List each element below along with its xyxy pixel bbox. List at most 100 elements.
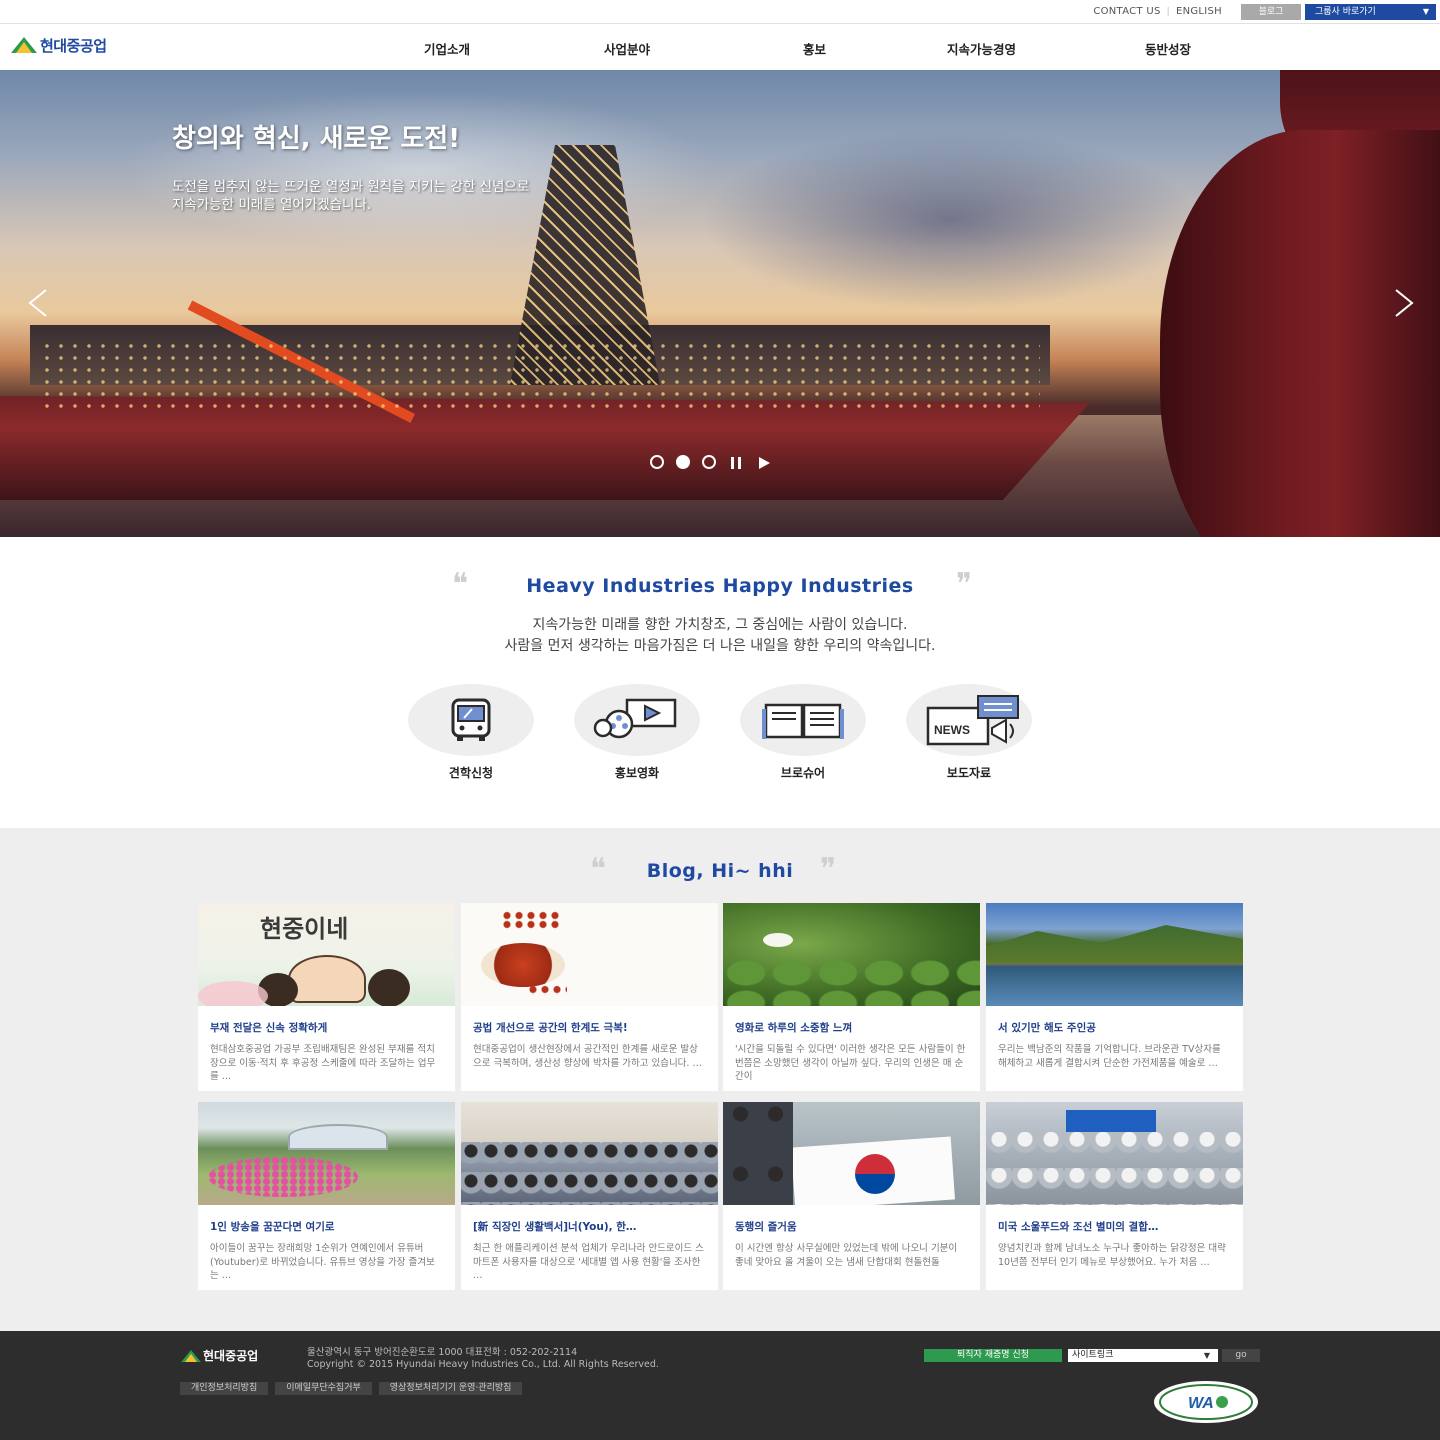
nav-item-pr[interactable]: 홍보 [803, 39, 826, 58]
utility-bar: CONTACT US | ENGLISH 블로그 그룹사 바로가기 ▼ [0, 0, 1440, 24]
nav-item-partnership[interactable]: 동반성장 [1145, 39, 1191, 58]
blog-section: ❝ Blog, Hi~ hhi ❞ 현중이네 부재 전달은 신속 정확하게 현대… [0, 828, 1440, 1331]
blog-card-desc: '시간을 되돌릴 수 있다면' 이러한 생각은 모든 사람들이 한 번쯤은 소망… [735, 1044, 966, 1082]
hero-image-cloud [700, 130, 1200, 310]
quick-link-brochure[interactable]: 브로슈어 [740, 684, 866, 781]
blog-card[interactable]: 공법 개선으로 공간의 한계도 극복! 현대중공업이 생산현장에서 공간적인 한… [461, 903, 718, 1091]
cctv-policy-link[interactable]: 영상정보처리기기 운영·관리방침 [378, 1382, 523, 1395]
blog-title: Blog, Hi~ hhi [646, 860, 794, 882]
quick-link-label: 브로슈어 [780, 766, 826, 780]
blog-card-desc: 아이들이 꿈꾸는 장래희망 1순위가 연예인에서 유튜버(Youtuber)로 … [210, 1243, 435, 1281]
blog-card-title: 동행의 즐거움 [735, 1221, 797, 1233]
logo[interactable]: 현대중공업 [11, 35, 107, 55]
group-sites-dropdown[interactable]: 그룹사 바로가기 ▼ [1305, 4, 1436, 20]
blog-card[interactable]: 영화로 하루의 소중함 느껴 '시간을 되돌릴 수 있다면' 이러한 생각은 모… [723, 903, 980, 1091]
quick-link-film[interactable]: 홍보영화 [574, 684, 700, 781]
logo-text: 현대중공업 [40, 36, 107, 55]
blog-card-desc: 최근 한 애플리케이션 분석 업체가 우리나라 안드로이드 스마트폰 사용자를 … [473, 1243, 704, 1281]
retiree-certificate-button[interactable]: 퇴직자 재증명 신청 [924, 1349, 1062, 1362]
blog-card-desc: 우리는 백남준의 작품을 기억합니다. 브라운관 TV상자를 해체하고 새롭게 … [998, 1044, 1221, 1069]
nav-item-company[interactable]: 기업소개 [424, 39, 470, 58]
separator: | [1166, 7, 1170, 17]
brochure-book-icon [740, 684, 866, 756]
blog-card-title: 미국 소울푸드와 조선 별미의 결합… [998, 1221, 1159, 1233]
site-link-select[interactable]: 사이트링크 ▼ [1068, 1349, 1218, 1362]
chevron-down-icon: ▼ [1422, 7, 1429, 16]
footer-address: 울산광역시 동구 방어진순환도로 1000 대표전화 : 052-202-211… [307, 1347, 578, 1358]
footer-links: 개인정보처리방침 이메일무단수집거부 영상정보처리기기 운영·관리방침 [180, 1382, 523, 1395]
hero-slider: 창의와 혁신, 새로운 도전! 도전을 멈추지 않는 뜨거운 열정과 원칙을 지… [0, 70, 1440, 537]
quick-link-label: 견학신청 [448, 766, 494, 780]
quick-link-label: 홍보영화 [614, 766, 660, 780]
privacy-policy-link[interactable]: 개인정보처리방침 [180, 1382, 269, 1395]
next-slide-arrow-icon[interactable] [1392, 288, 1418, 318]
blog-card-title: 서 있기만 해도 주인공 [998, 1022, 1096, 1034]
chevron-down-icon: ▼ [1203, 1351, 1210, 1360]
intro-line: 지속가능한 미래를 향한 가치창조, 그 중심에는 사람이 있습니다. [532, 617, 908, 633]
contact-us-link[interactable]: CONTACT US [1093, 6, 1160, 17]
thumbnail-caption: 현중이네 [260, 915, 349, 943]
quick-link-news[interactable]: NEWS 보도자료 [906, 684, 1032, 781]
logo-triangle-icon [181, 1349, 201, 1362]
blog-thumbnail-group-photo [461, 1102, 718, 1205]
bus-icon [408, 684, 534, 756]
badge-text: WA [1188, 1395, 1214, 1412]
blog-card[interactable]: 현중이네 부재 전달은 신속 정확하게 현대삼호중공업 가공부 조립배재팀은 완… [198, 903, 455, 1091]
hero-image-lights [40, 340, 1040, 410]
logo-triangle-icon [11, 37, 37, 53]
site-link-select-value: 사이트링크 [1072, 1350, 1114, 1360]
intro-text: 지속가능한 미래를 향한 가치창조, 그 중심에는 사람이 있습니다. 사람을 … [0, 615, 1440, 657]
group-sites-label: 그룹사 바로가기 [1315, 7, 1376, 17]
blog-button[interactable]: 블로그 [1241, 4, 1301, 20]
svg-text:NEWS: NEWS [934, 723, 970, 737]
blog-card-desc: 이 시간엔 항상 사무실에만 있었는데 밖에 나오니 기분이 좋네 맞아요 올 … [735, 1243, 958, 1268]
blog-card-title: 1인 방송을 꿈꾼다면 여기로 [210, 1221, 335, 1233]
slide-dot[interactable] [702, 455, 716, 469]
header: 현대중공업 기업소개 사업분야 홍보 지속가능경영 동반성장 [0, 24, 1440, 70]
slide-dot[interactable] [650, 455, 664, 469]
hero-title: 창의와 혁신, 새로운 도전! [172, 124, 461, 154]
blog-thumbnail-flag [723, 1102, 980, 1205]
nav-item-sustainability[interactable]: 지속가능경영 [947, 39, 1016, 58]
hero-subtitle-line: 지속가능한 미래를 열어가겠습니다. [172, 197, 372, 213]
blog-thumbnail-lotus [723, 903, 980, 1006]
blog-thumbnail-lake [986, 903, 1243, 1006]
blog-card[interactable]: 미국 소울푸드와 조선 별미의 결합… 양념치킨과 함께 남녀노소 누구나 좋아… [986, 1102, 1243, 1290]
footer-logo-text: 현대중공업 [203, 1349, 259, 1363]
blog-thumbnail-cartoon: 현중이네 [198, 903, 455, 1006]
email-refusal-link[interactable]: 이메일무단수집거부 [275, 1382, 372, 1395]
blog-card-title: 영화로 하루의 소중함 느껴 [735, 1022, 853, 1034]
pause-icon[interactable] [728, 455, 744, 469]
quick-link-tour[interactable]: 견학신청 [408, 684, 534, 781]
close-quote-icon: ❞ [820, 852, 837, 887]
blog-card[interactable]: 서 있기만 해도 주인공 우리는 백남준의 작품을 기억합니다. 브라운관 TV… [986, 903, 1243, 1091]
blog-card[interactable]: [新 직장인 생활백서]너(You), 한… 최근 한 애플리케이션 분석 업체… [461, 1102, 718, 1290]
slide-pager [650, 455, 772, 469]
footer-logo[interactable]: 현대중공업 [181, 1347, 258, 1364]
film-projector-icon [574, 684, 700, 756]
blog-thumbnail-chicken [461, 903, 718, 1006]
hero-subtitle-line: 도전을 멈추지 않는 뜨거운 열정과 원칙을 지키는 강한 신념으로 [172, 179, 530, 195]
quick-links: 견학신청 홍보영화 브로슈어 NEWS 보도자료 [408, 684, 1038, 784]
blog-thumbnail-garden [198, 1102, 455, 1205]
intro-title: Heavy Industries Happy Industries [526, 575, 914, 597]
nav-item-business[interactable]: 사업분야 [604, 39, 650, 58]
prev-slide-arrow-icon[interactable] [24, 288, 50, 318]
blog-card[interactable]: 1인 방송을 꿈꾼다면 여기로 아이들이 꿈꾸는 장래희망 1순위가 연예인에서… [198, 1102, 455, 1290]
slide-dot-active[interactable] [676, 455, 690, 469]
footer: 현대중공업 울산광역시 동구 방어진순환도로 1000 대표전화 : 052-2… [0, 1331, 1440, 1440]
web-accessibility-badge: WA [1154, 1381, 1258, 1423]
footer-info: 울산광역시 동구 방어진순환도로 1000 대표전화 : 052-202-211… [307, 1347, 659, 1371]
english-link[interactable]: ENGLISH [1176, 6, 1222, 17]
hero-image-bulbous-bow [1160, 130, 1440, 537]
blog-card-title: 공법 개선으로 공간의 한계도 극복! [473, 1022, 628, 1034]
footer-copyright: Copyright © 2015 Hyundai Heavy Industrie… [307, 1359, 659, 1370]
utility-links: CONTACT US | ENGLISH [1093, 6, 1222, 17]
play-icon[interactable] [756, 455, 772, 469]
news-megaphone-icon: NEWS [906, 684, 1032, 756]
blog-card[interactable]: 동행의 즐거움 이 시간엔 항상 사무실에만 있었는데 밖에 나오니 기분이 좋… [723, 1102, 980, 1290]
blog-thumbnail-factory [986, 1102, 1243, 1205]
blog-card-desc: 현대삼호중공업 가공부 조립배재팀은 완성된 부재를 적치장으로 이동·적치 후… [210, 1044, 436, 1082]
blog-card-desc: 양념치킨과 함께 남녀노소 누구나 좋아하는 닭강정은 대략 10년쯤 전부터 … [998, 1243, 1226, 1268]
go-button[interactable]: go [1222, 1349, 1260, 1362]
